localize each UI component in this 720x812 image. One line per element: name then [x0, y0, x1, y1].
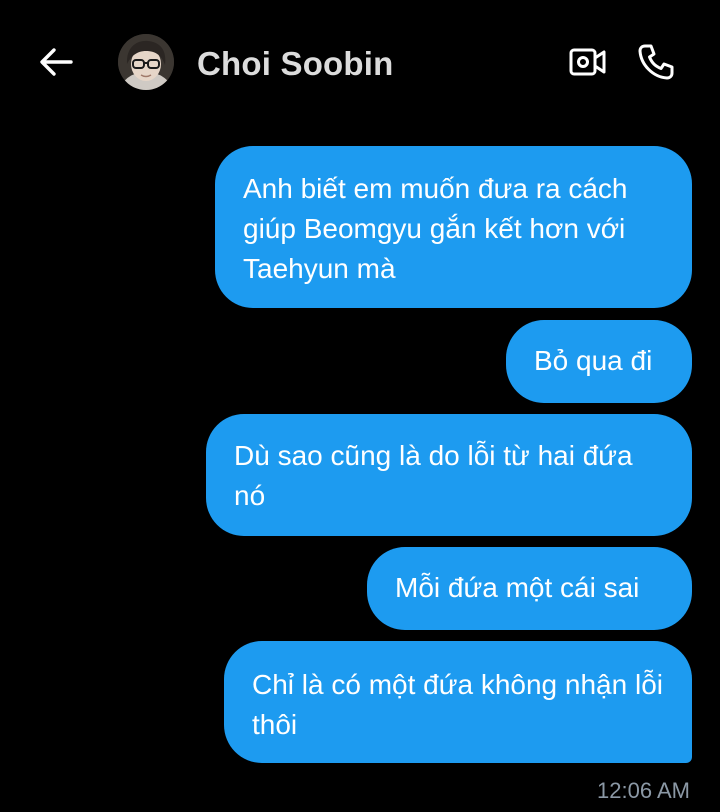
message-text: Dù sao cũng là do lỗi từ hai đứa nó [234, 440, 633, 511]
contact-name[interactable]: Choi Soobin [197, 44, 394, 84]
phone-icon [638, 44, 674, 80]
message-text: Chỉ là có một đứa không nhận lỗi thôi [252, 669, 663, 740]
chat-header: Choi Soobin [0, 0, 720, 130]
message-timestamp: 12:06 AM [597, 778, 690, 803]
message-text: Mỗi đứa một cái sai [395, 572, 640, 603]
arrow-left-icon [40, 48, 73, 76]
back-button[interactable] [36, 42, 76, 82]
message-text: Bỏ qua đi [534, 345, 653, 376]
avatar[interactable] [118, 34, 174, 90]
message-bubble[interactable]: Mỗi đứa một cái sai [367, 547, 692, 630]
message-text: Anh biết em muốn đưa ra cách giúp Beomgy… [243, 173, 628, 284]
voice-call-button[interactable] [632, 38, 680, 86]
message-bubble[interactable]: Anh biết em muốn đưa ra cách giúp Beomgy… [215, 146, 692, 308]
video-camera-icon [569, 48, 606, 76]
video-call-button[interactable] [564, 40, 612, 84]
message-bubble[interactable]: Bỏ qua đi [506, 320, 692, 403]
message-bubble[interactable]: Chỉ là có một đứa không nhận lỗi thôi [224, 641, 692, 763]
message-bubble[interactable]: Dù sao cũng là do lỗi từ hai đứa nó [206, 414, 692, 536]
